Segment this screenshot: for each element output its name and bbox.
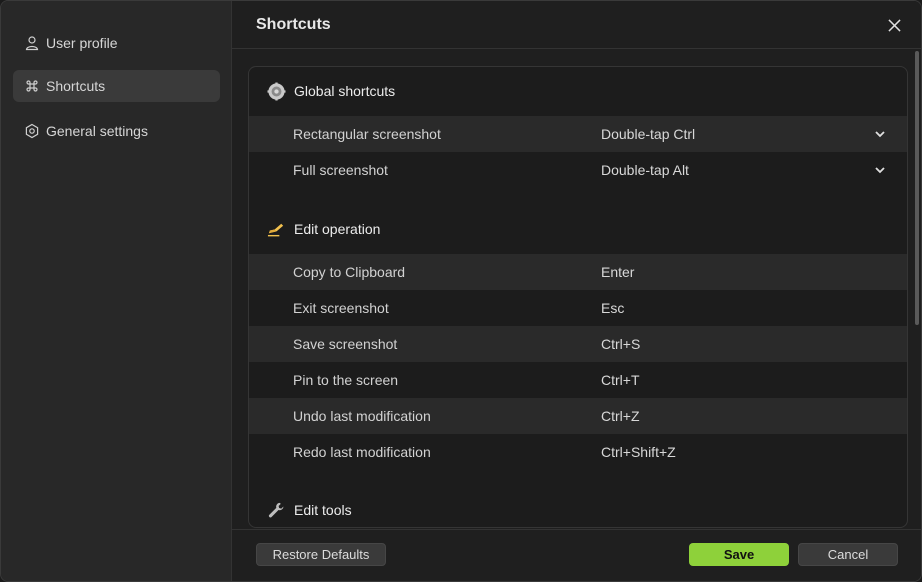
chevron-down-icon[interactable]	[873, 127, 887, 141]
shortcut-value[interactable]: Ctrl+Shift+Z	[601, 444, 676, 460]
shortcut-row-pin-to-screen[interactable]: Pin to the screen Ctrl+T	[249, 362, 907, 398]
sidebar-item-label: User profile	[46, 35, 118, 51]
section-header-edit-operation: Edit operation	[249, 211, 907, 247]
section-header-edit-tools: Edit tools	[249, 492, 907, 527]
hexagon-settings-icon	[24, 123, 40, 139]
sidebar-item-user-profile[interactable]: User profile	[13, 27, 220, 59]
shortcut-label: Undo last modification	[293, 408, 431, 424]
shortcut-label: Full screenshot	[293, 162, 388, 178]
section-header-global-shortcuts: Global shortcuts	[249, 73, 907, 109]
shortcut-row-full-screenshot[interactable]: Full screenshot Double-tap Alt	[249, 152, 907, 188]
sidebar-item-general-settings[interactable]: General settings	[13, 115, 220, 147]
shortcut-value[interactable]: Esc	[601, 300, 624, 316]
sidebar-item-label: Shortcuts	[46, 78, 106, 94]
shortcut-value[interactable]: Double-tap Ctrl	[601, 126, 695, 142]
settings-window: User profile Shortcuts General settings …	[0, 0, 922, 582]
shortcut-value[interactable]: Ctrl+T	[601, 372, 640, 388]
close-button[interactable]	[884, 15, 904, 35]
sidebar-item-shortcuts[interactable]: Shortcuts	[13, 70, 220, 102]
shortcut-row-copy-to-clipboard[interactable]: Copy to Clipboard Enter	[249, 254, 907, 290]
shortcut-row-exit-screenshot[interactable]: Exit screenshot Esc	[249, 290, 907, 326]
shortcut-value[interactable]: Ctrl+Z	[601, 408, 640, 424]
shortcuts-panel: Global shortcuts Rectangular screenshot …	[248, 66, 908, 528]
shortcut-label: Pin to the screen	[293, 372, 399, 388]
main-content: Shortcuts Global shortcuts Rectangular s…	[232, 1, 921, 581]
close-icon	[887, 18, 901, 32]
scrollbar[interactable]	[915, 51, 919, 325]
section-title: Edit tools	[294, 502, 352, 518]
shortcut-row-undo[interactable]: Undo last modification Ctrl+Z	[249, 398, 907, 434]
shortcut-label: Exit screenshot	[293, 300, 389, 316]
footer: Restore Defaults Save Cancel	[232, 529, 921, 581]
wrench-icon	[266, 500, 286, 520]
section-title: Global shortcuts	[294, 83, 396, 99]
page-title: Shortcuts	[256, 16, 331, 33]
chevron-down-icon[interactable]	[873, 163, 887, 177]
shortcut-label: Redo last modification	[293, 444, 431, 460]
sidebar-item-label: General settings	[46, 123, 148, 139]
gear-icon	[266, 81, 286, 101]
shortcut-label: Rectangular screenshot	[293, 126, 441, 142]
restore-defaults-button[interactable]: Restore Defaults	[256, 543, 386, 566]
shortcut-label: Save screenshot	[293, 336, 398, 352]
shortcut-label: Copy to Clipboard	[293, 264, 406, 280]
save-button[interactable]: Save	[689, 543, 789, 566]
user-icon	[24, 35, 40, 51]
shortcut-value[interactable]: Ctrl+S	[601, 336, 640, 352]
shortcut-value[interactable]: Enter	[601, 264, 634, 280]
shortcut-row-redo[interactable]: Redo last modification Ctrl+Shift+Z	[249, 434, 907, 470]
command-icon	[24, 78, 40, 94]
cancel-button[interactable]: Cancel	[798, 543, 898, 566]
section-title: Edit operation	[294, 221, 381, 237]
sidebar: User profile Shortcuts General settings	[1, 1, 232, 581]
shortcut-row-save-screenshot[interactable]: Save screenshot Ctrl+S	[249, 326, 907, 362]
header: Shortcuts	[232, 1, 921, 49]
shortcut-row-rectangular-screenshot[interactable]: Rectangular screenshot Double-tap Ctrl	[249, 116, 907, 152]
shortcut-value[interactable]: Double-tap Alt	[601, 162, 689, 178]
writing-hand-icon	[266, 219, 286, 239]
